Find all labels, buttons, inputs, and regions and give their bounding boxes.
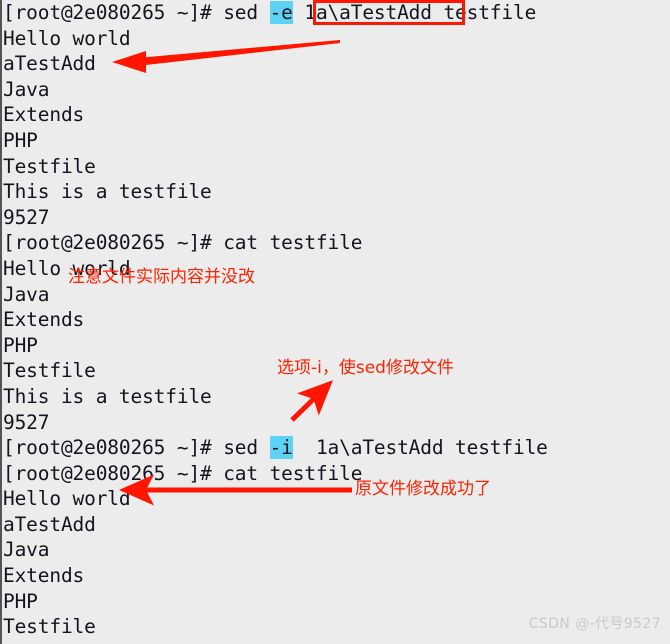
terminal-line-output: Extends [3, 308, 85, 332]
terminal-line-output: Extends [3, 564, 85, 588]
annotation-option-i: 选项-i，使sed修改文件 [277, 358, 454, 378]
command-text-sed: sed [223, 436, 270, 460]
terminal-line-output: aTestAdd [3, 52, 96, 76]
terminal-line-command-cat-1: [root@2e080265 ~]# cat testfile [3, 231, 363, 255]
command-args-sed-i: 1a\aTestAdd testfile [292, 436, 548, 460]
terminal-line-command-sed-e: [root@2e080265 ~]# sed -e 1a\aTestAdd te… [3, 0, 670, 26]
shell-prompt: [root@2e080265 ~]# [3, 436, 224, 460]
terminal-line-output: Extends [3, 103, 85, 127]
terminal-line-output: Java [3, 77, 50, 101]
shell-prompt: [root@2e080265 ~]# [3, 1, 224, 24]
terminal-line-output: 9527 [3, 205, 50, 229]
terminal-line-output: This is a testfile [3, 640, 670, 644]
terminal-line-output: Hello world [3, 26, 131, 50]
command-args-sed-e: 1a\aTestAdd testfile [292, 1, 537, 24]
terminal-line-command-sed-i: [root@2e080265 ~]# sed -i 1a\aTestAdd te… [3, 435, 670, 461]
option-e-highlight: -e [269, 1, 293, 24]
terminal-line-output: Java [3, 538, 50, 562]
annotation-original-modified: 原文件修改成功了 [355, 479, 491, 499]
terminal-line-output: PHP [3, 589, 38, 613]
csdn-watermark: CSDN @-代号9527 [528, 616, 661, 632]
terminal-line-output: PHP [3, 333, 38, 357]
terminal-output: [root@2e080265 ~]# sed -e 1a\aTestAdd te… [0, 0, 670, 644]
terminal-line-output: This is a testfile [3, 384, 212, 408]
terminal-line-command-cat-2: [root@2e080265 ~]# cat testfile [3, 461, 363, 485]
terminal-line-output: This is a testfile [3, 180, 212, 204]
annotation-file-unchanged: 注意文件实际内容并没改 [68, 267, 255, 287]
terminal-line-output: aTestAdd [3, 512, 96, 536]
terminal-line-output: 9527 [3, 410, 50, 434]
command-text-sed: sed [223, 1, 270, 24]
terminal-line-output: PHP [3, 128, 38, 152]
terminal-line-output: Testfile [3, 154, 96, 178]
terminal-screenshot: [root@2e080265 ~]# sed -e 1a\aTestAdd te… [0, 0, 670, 644]
option-i-highlight: -i [269, 436, 293, 460]
terminal-line-output: Hello world [3, 487, 131, 511]
